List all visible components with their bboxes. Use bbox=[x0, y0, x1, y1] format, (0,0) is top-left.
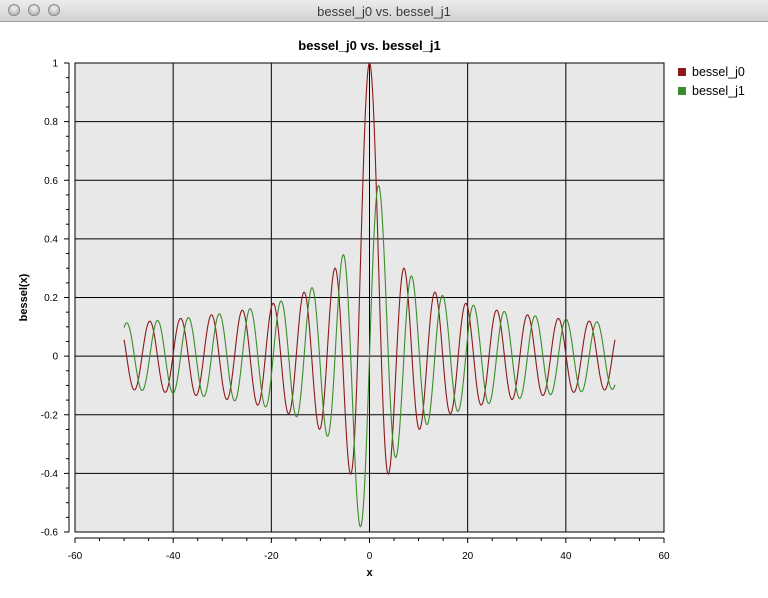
x-tick-label: -40 bbox=[166, 551, 181, 562]
x-tick-label: -20 bbox=[264, 551, 279, 562]
chart: bessel_j0 vs. bessel_j1 -60 -40 -20 0 20 40 60 -… bbox=[18, 38, 670, 579]
x-tick-label: 0 bbox=[367, 551, 373, 562]
app-window: bessel_j0 vs. bessel_j1 bessel_j0 vs. be… bbox=[0, 0, 768, 598]
y-tick-label: -0.6 bbox=[41, 528, 59, 539]
legend-item-j0: bessel_j0 bbox=[678, 62, 745, 81]
y-axis-label: bessel(x) bbox=[18, 273, 30, 321]
y-tick-label: -0.2 bbox=[41, 410, 59, 421]
window-title: bessel_j0 vs. bessel_j1 bbox=[317, 4, 451, 19]
title-bar: bessel_j0 vs. bessel_j1 bbox=[0, 0, 768, 22]
legend: bessel_j0 bessel_j1 bbox=[678, 62, 745, 100]
y-tick-label: 0 bbox=[52, 352, 58, 363]
x-tick-label: 40 bbox=[560, 551, 572, 562]
x-tick-label: -60 bbox=[68, 551, 83, 562]
legend-label-j1: bessel_j1 bbox=[692, 83, 745, 98]
x-axis-label: x bbox=[366, 567, 373, 579]
y-tick-label: 0.4 bbox=[44, 234, 58, 245]
y-tick-label: 0.2 bbox=[44, 293, 58, 304]
legend-label-j0: bessel_j0 bbox=[692, 64, 745, 79]
y-tick-label: 0.6 bbox=[44, 176, 58, 187]
x-tick-label: 60 bbox=[658, 551, 670, 562]
legend-item-j1: bessel_j1 bbox=[678, 81, 745, 100]
x-tick-label: 20 bbox=[462, 551, 474, 562]
y-tick-label: -0.4 bbox=[41, 469, 59, 480]
y-tick-label: 0.8 bbox=[44, 117, 58, 128]
legend-swatch-j0 bbox=[678, 67, 686, 76]
legend-swatch-j1 bbox=[678, 86, 686, 95]
chart-title: bessel_j0 vs. bessel_j1 bbox=[298, 38, 440, 53]
y-tick-label: 1 bbox=[52, 59, 58, 70]
